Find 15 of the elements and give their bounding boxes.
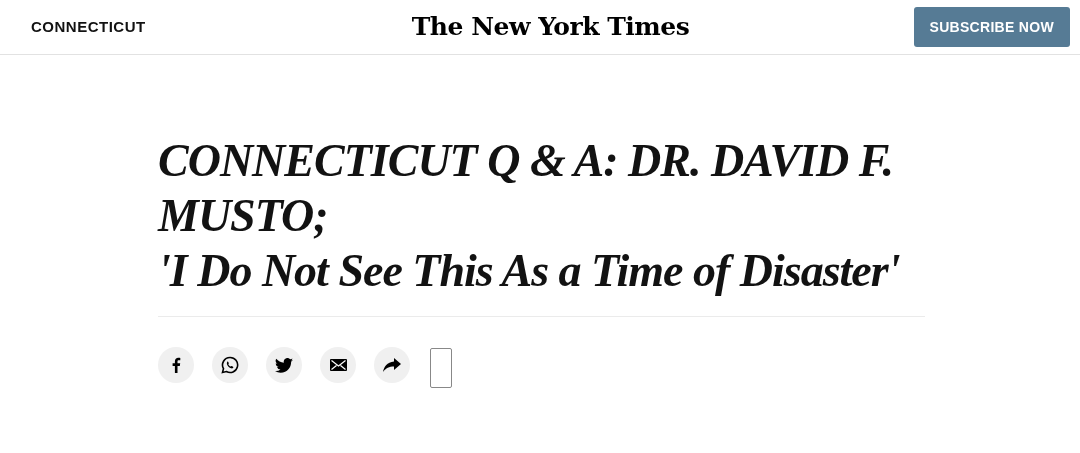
email-share-button[interactable] [320,347,356,383]
twitter-share-button[interactable] [266,347,302,383]
envelope-icon [329,359,347,371]
chat-bubble-icon [221,356,239,374]
share-share-button[interactable] [374,347,410,383]
bird-icon [275,357,293,373]
whatsapp-share-button[interactable] [212,347,248,383]
bookmark-button[interactable] [430,348,452,388]
share-arrow-icon [383,358,401,372]
newspaper-logo[interactable]: The New York Times [411,8,690,46]
subscribe-button[interactable]: SUBSCRIBE NOW [913,7,1070,47]
section-name[interactable]: CONNECTICUT [31,15,331,39]
facebook-icon [171,357,181,373]
article-headline: CONNECTICUT Q & A: DR. DAVID F. MUSTO; 'I Do Not See This As a Time of Disaster' [158,134,901,298]
facebook-share-button[interactable] [158,347,194,383]
